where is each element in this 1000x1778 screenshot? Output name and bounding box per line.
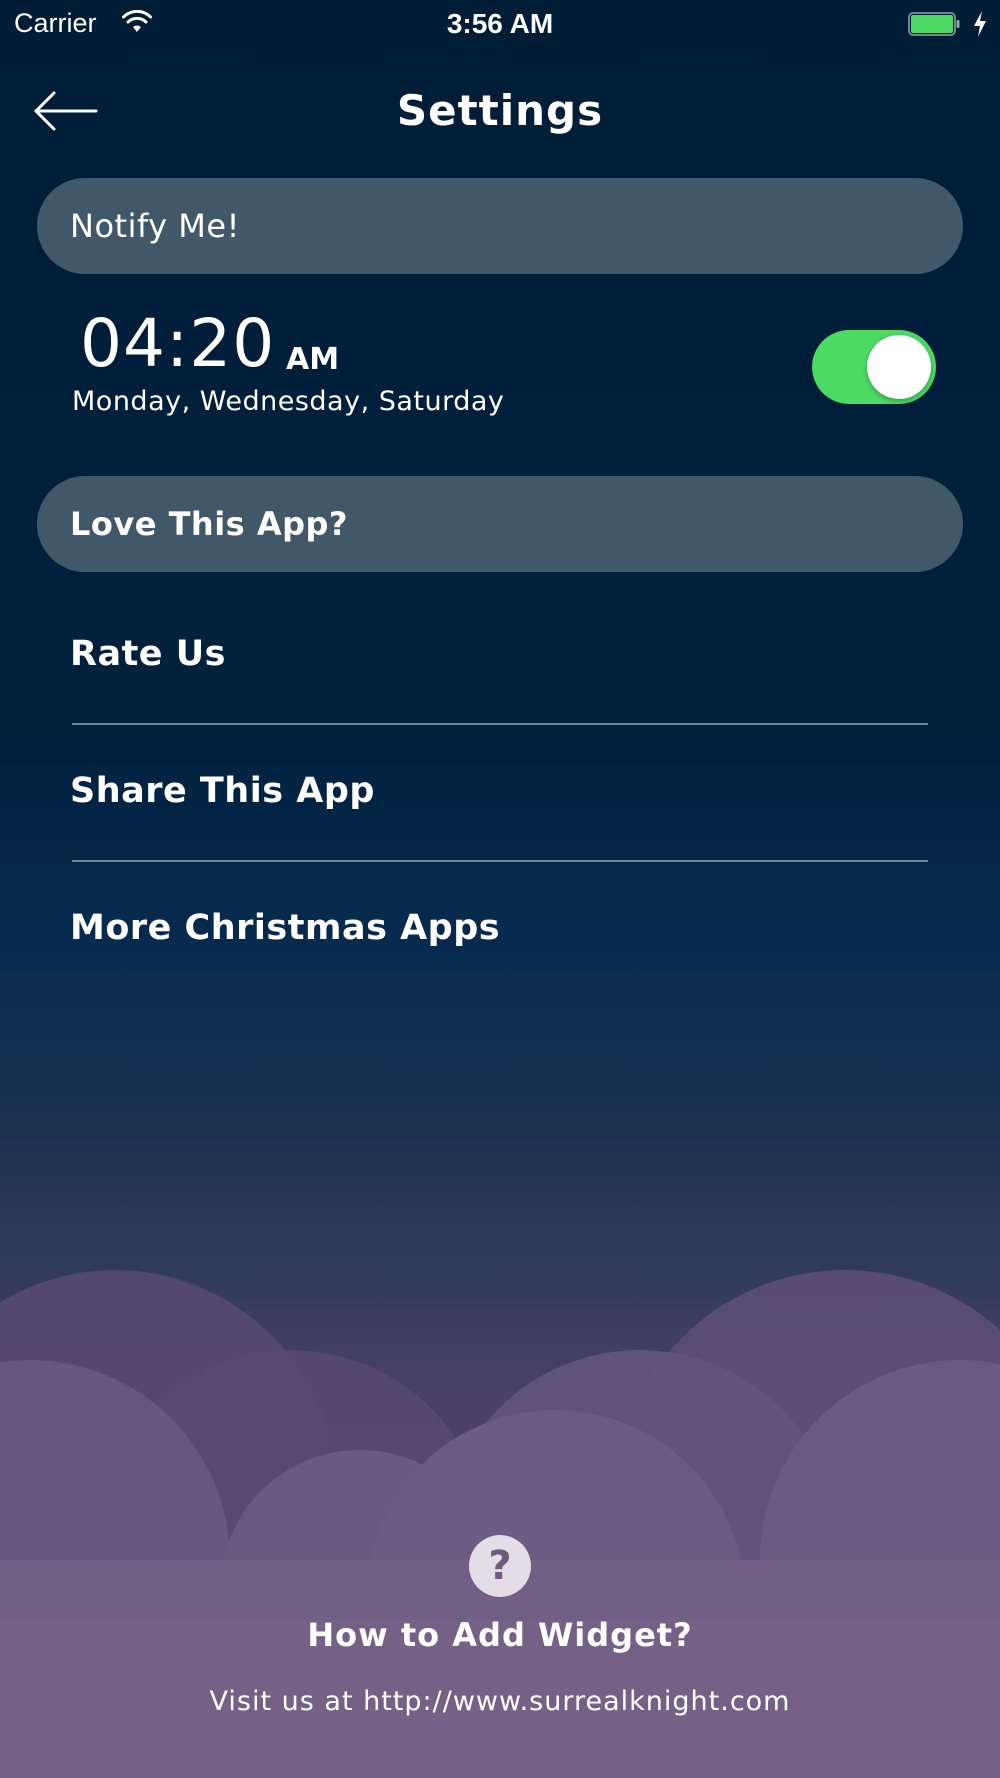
how-to-add-widget-link[interactable]: How to Add Widget? [0,1616,1000,1654]
notify-section-header: Notify Me! [37,178,963,274]
toggle-knob [867,335,931,399]
alarm-toggle[interactable] [812,330,936,404]
more-apps-button[interactable]: More Christmas Apps [70,888,930,968]
menu-divider [72,860,928,862]
alarm-period: AM [286,342,340,377]
love-section-header: Love This App? [37,476,963,572]
status-bar: Carrier 3:56 AM [0,0,1000,50]
menu-divider [72,723,928,725]
rate-us-button[interactable]: Rate Us [70,614,930,694]
page-title: Settings [396,86,604,135]
battery-icon [908,12,960,36]
alarm-days: Monday, Wednesday, Saturday [72,386,505,417]
status-time: 3:56 AM [446,8,554,39]
website-link[interactable]: Visit us at http://www.surrealknight.com [0,1686,1000,1717]
question-icon[interactable]: ? [469,1535,531,1597]
share-app-button[interactable]: Share This App [70,751,930,831]
settings-screen: Carrier 3:56 AM Settings Notify Me! 04:2… [0,0,1000,1778]
alarm-time[interactable]: 04:20 [80,304,275,384]
charging-icon [974,11,986,37]
